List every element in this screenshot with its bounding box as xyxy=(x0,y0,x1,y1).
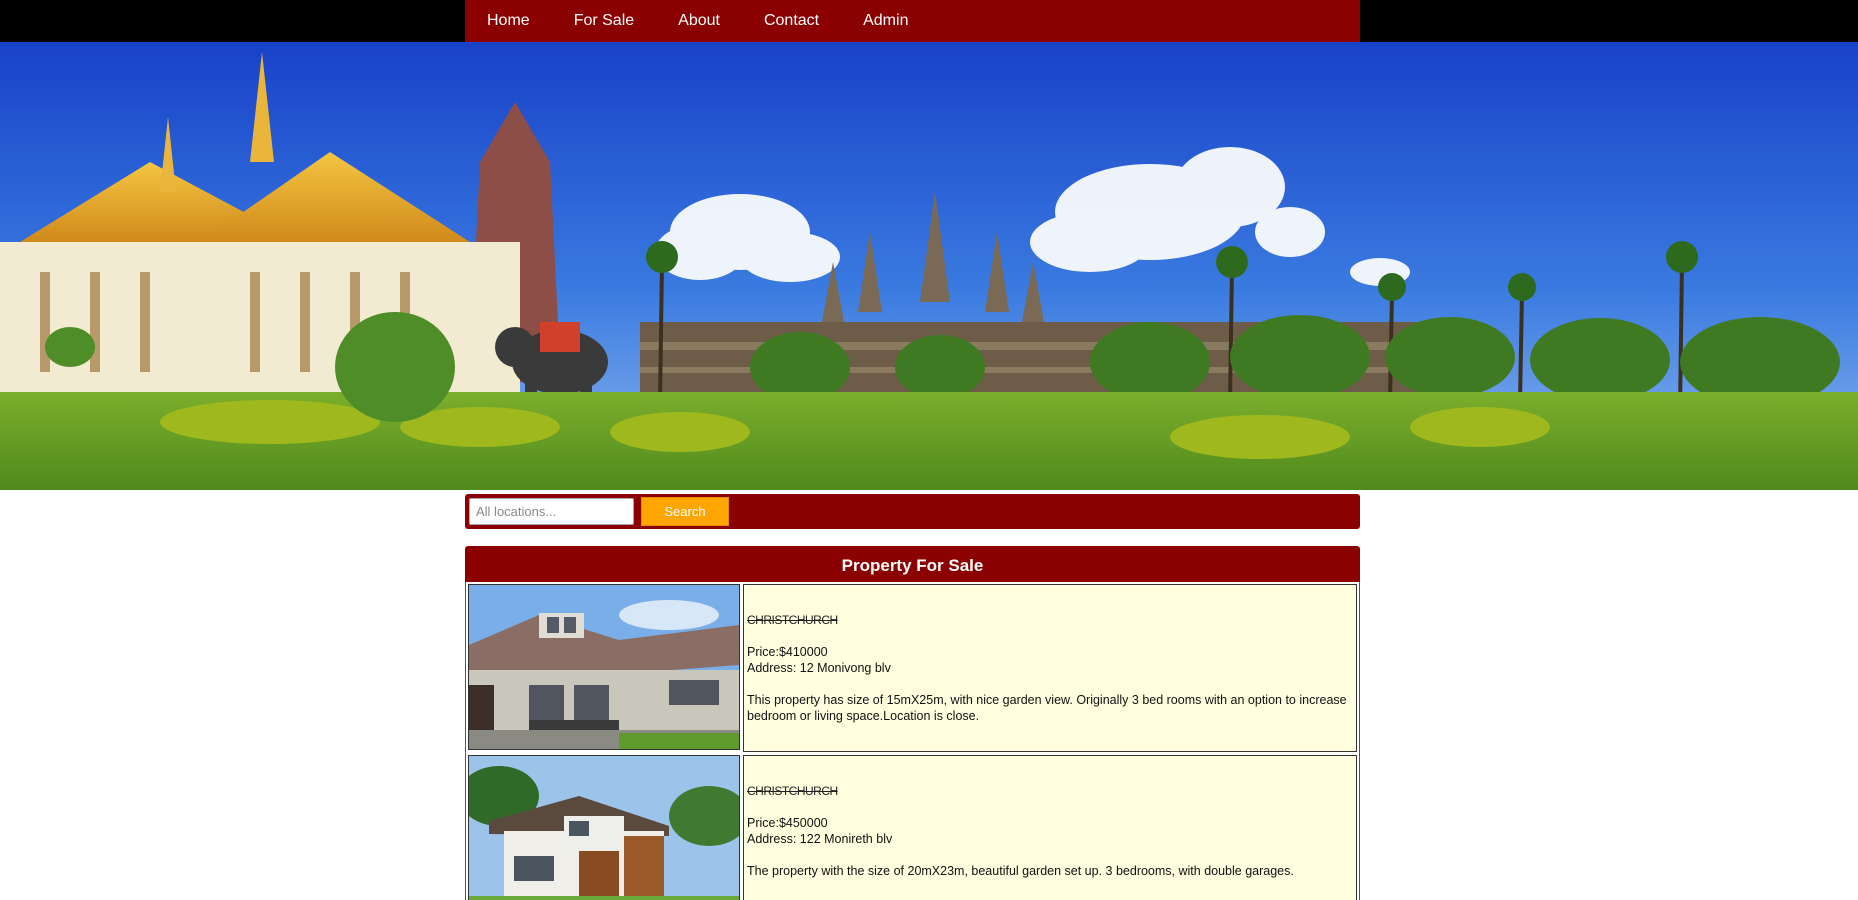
nav-for-sale[interactable]: For Sale xyxy=(552,0,656,42)
hero-banner xyxy=(0,42,1858,490)
banner-landscape-image xyxy=(0,42,1858,490)
property-address: Address: 12 Monivong blv xyxy=(747,661,891,675)
property-photo[interactable] xyxy=(468,584,740,750)
search-input[interactable] xyxy=(469,498,634,525)
property-info: CHRISTCHURCH Price:$410000 Address: 12 M… xyxy=(743,584,1357,752)
house-image xyxy=(469,585,739,749)
search-bar: Search xyxy=(465,494,1360,529)
property-price: Price:$450000 xyxy=(747,816,828,830)
house-image xyxy=(469,756,739,900)
property-price: Price:$410000 xyxy=(747,645,828,659)
nav-admin[interactable]: Admin xyxy=(841,0,930,42)
list-item: CHRISTCHURCH Price:$450000 Address: 122 … xyxy=(468,755,1357,900)
property-list: CHRISTCHURCH Price:$410000 Address: 12 M… xyxy=(465,582,1360,900)
property-title[interactable]: CHRISTCHURCH xyxy=(747,612,1353,628)
property-title[interactable]: CHRISTCHURCH xyxy=(747,783,1353,799)
main-nav: Home For Sale About Contact Admin xyxy=(465,0,1360,42)
property-info: CHRISTCHURCH Price:$450000 Address: 122 … xyxy=(743,755,1357,900)
property-photo[interactable] xyxy=(468,755,740,900)
search-button[interactable]: Search xyxy=(641,497,729,526)
nav-home[interactable]: Home xyxy=(465,0,552,42)
property-address: Address: 122 Monireth blv xyxy=(747,832,893,846)
list-item: CHRISTCHURCH Price:$410000 Address: 12 M… xyxy=(468,584,1357,752)
property-description: The property with the size of 20mX23m, b… xyxy=(747,864,1294,878)
section-title: Property For Sale xyxy=(465,546,1360,582)
nav-about[interactable]: About xyxy=(656,0,742,42)
property-description: This property has size of 15mX25m, with … xyxy=(747,693,1347,723)
nav-contact[interactable]: Contact xyxy=(742,0,841,42)
